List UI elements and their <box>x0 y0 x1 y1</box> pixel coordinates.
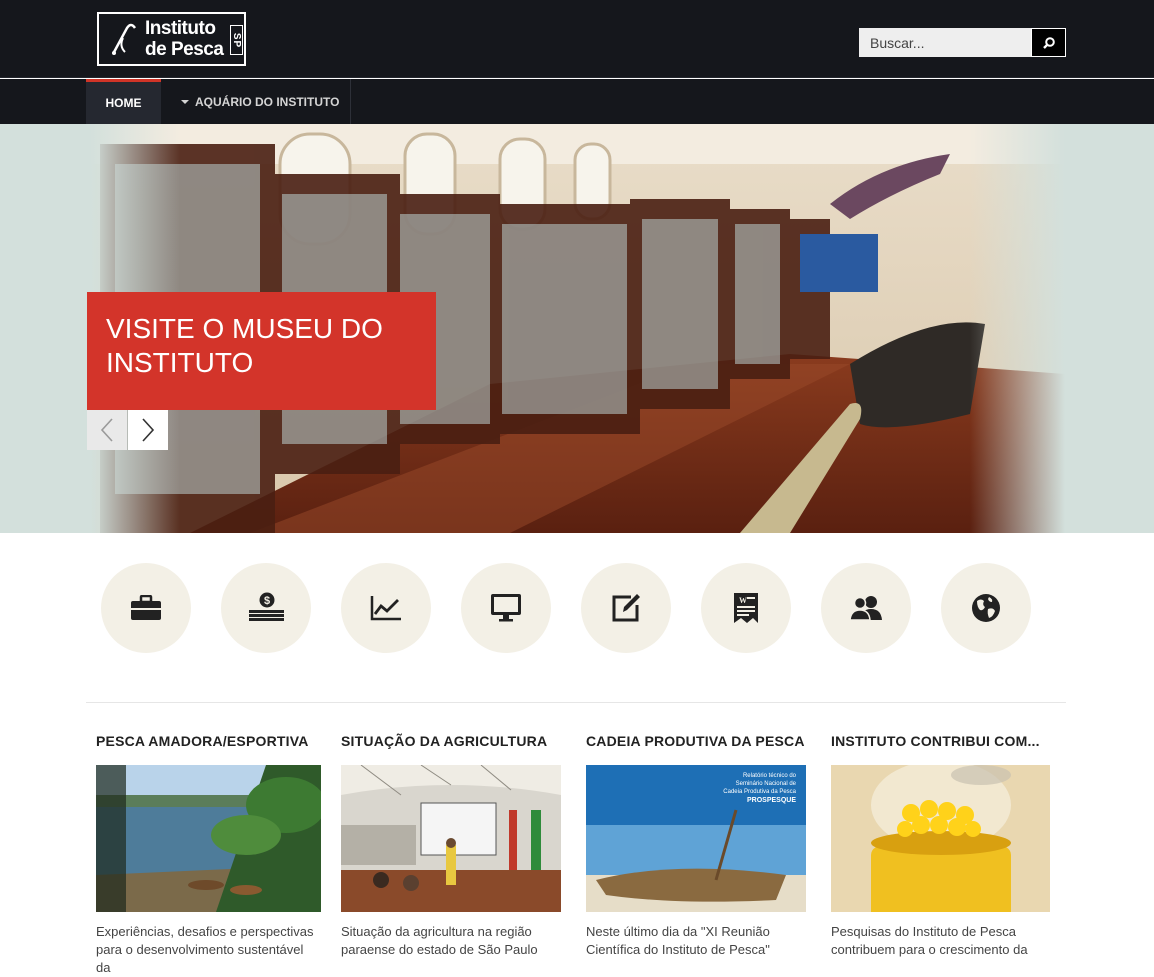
news-excerpt: Situação da agricultura na região paraen… <box>341 924 538 957</box>
monitor-icon <box>491 594 521 622</box>
money-icon: $ <box>249 592 284 621</box>
feature-users[interactable] <box>821 563 911 653</box>
top-bar: Instituto de Pesca SP <box>0 0 1154 78</box>
news-image-lake[interactable] <box>96 765 321 912</box>
logo-text-line1: Instituto <box>145 18 216 39</box>
lake-shore-photo <box>96 765 321 912</box>
logo-text-line2: de Pesca <box>145 39 224 60</box>
news-title[interactable]: PESCA AMADORA/ESPORTIVA <box>96 733 321 753</box>
news-excerpt: Pesquisas do Instituto de Pesca contribu… <box>831 924 1028 957</box>
slide-caption-text: VISITE O MUSEU DO INSTITUTO <box>106 313 383 378</box>
feature-monitor[interactable] <box>461 563 551 653</box>
svg-text:PROSPESQUE: PROSPESQUE <box>747 797 796 804</box>
news-title[interactable]: CADEIA PRODUTIVA DA PESCA <box>586 733 811 753</box>
chevron-left-icon <box>100 418 113 442</box>
search-icon <box>1042 36 1055 49</box>
svg-text:Seminário Nacional de: Seminário Nacional de <box>736 781 797 787</box>
search-input[interactable] <box>859 28 1031 57</box>
caret-down-icon <box>181 99 189 104</box>
document-icon: W <box>734 593 758 623</box>
feature-document[interactable]: W <box>701 563 791 653</box>
slide-caption[interactable]: VISITE O MUSEU DO INSTITUTO <box>87 292 436 410</box>
feature-briefcase[interactable] <box>101 563 191 653</box>
feature-chart[interactable] <box>341 563 431 653</box>
slider-prev-button[interactable] <box>87 410 127 450</box>
news-item[interactable]: PESCA AMADORA/ESPORTIVA Experiências, de… <box>96 733 321 975</box>
news-image-auditorium[interactable] <box>341 765 566 912</box>
news-image-caviar[interactable] <box>831 765 1056 912</box>
report-cover-photo: Relatório técnico do Seminário Nacional … <box>586 765 806 912</box>
feature-money[interactable]: $ <box>221 563 311 653</box>
news-title[interactable]: INSTITUTO CONTRIBUI COM... <box>831 733 1056 753</box>
news-item[interactable]: SITUAÇÃO DA AGRICULTURA Situação da agri… <box>341 733 566 957</box>
news-image-report[interactable]: Relatório técnico do Seminário Nacional … <box>586 765 811 912</box>
nav-item-aquario-label: AQUÁRIO DO INSTITUTO <box>195 94 340 109</box>
search-form <box>859 28 1066 57</box>
svg-text:$: $ <box>264 595 270 607</box>
hero-slider: VISITE O MUSEU DO INSTITUTO <box>0 124 1154 533</box>
globe-icon <box>972 594 1000 622</box>
feature-globe[interactable] <box>941 563 1031 653</box>
news-item[interactable]: INSTITUTO CONTRIBUI COM... Pesquisas do … <box>831 733 1056 957</box>
caviar-jar-photo <box>831 765 1050 912</box>
svg-text:W: W <box>739 596 747 605</box>
svg-text:Relatório técnico do: Relatório técnico do <box>743 773 797 779</box>
nav-item-aquario[interactable]: AQUÁRIO DO INSTITUTO <box>161 79 351 124</box>
news-item[interactable]: CADEIA PRODUTIVA DA PESCA Relatório técn… <box>586 733 811 957</box>
svg-text:Cadeia Produtiva da Pesca: Cadeia Produtiva da Pesca <box>723 789 796 795</box>
slider-next-button[interactable] <box>128 410 168 450</box>
news-excerpt: Neste último dia da "XI Reunião Científi… <box>586 924 770 957</box>
users-icon <box>849 596 882 621</box>
news-excerpt: Experiências, desafios e perspectivas pa… <box>96 924 314 975</box>
site-logo[interactable]: Instituto de Pesca SP <box>97 12 246 66</box>
logo-sp-badge: SP <box>230 25 243 55</box>
feature-icons: $ W <box>0 563 1154 653</box>
fish-hook-logo-icon <box>111 23 137 55</box>
chevron-right-icon <box>142 418 155 442</box>
chart-icon <box>370 596 401 621</box>
feature-edit[interactable] <box>581 563 671 653</box>
briefcase-icon <box>131 595 161 620</box>
main-nav: HOME AQUÁRIO DO INSTITUTO <box>0 79 1154 124</box>
section-divider <box>86 702 1066 703</box>
nav-item-home[interactable]: HOME <box>86 79 161 124</box>
search-button[interactable] <box>1031 28 1066 57</box>
auditorium-photo <box>341 765 561 912</box>
news-title[interactable]: SITUAÇÃO DA AGRICULTURA <box>341 733 566 753</box>
edit-icon <box>612 594 640 622</box>
